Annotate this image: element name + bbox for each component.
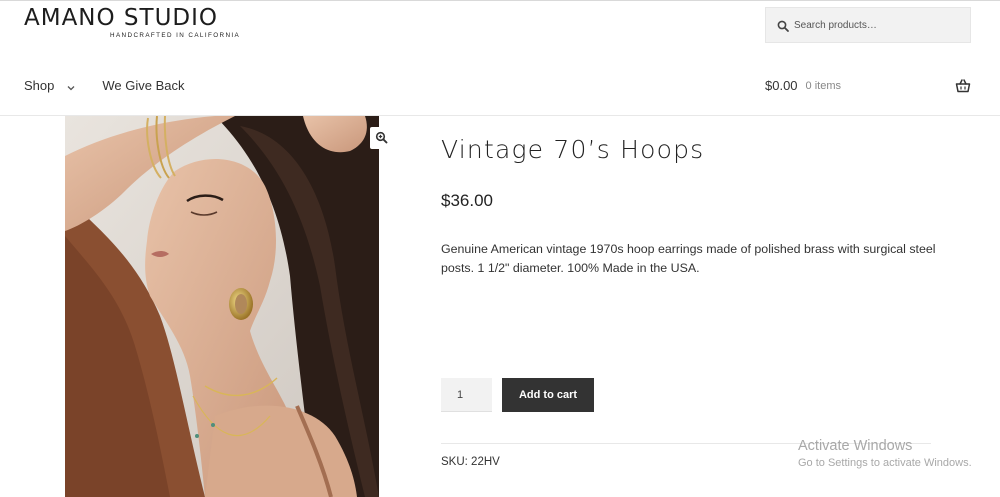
- cart-total: $0.00: [765, 78, 798, 93]
- site-logo[interactable]: AMANO STUDIO HANDCRAFTED IN CALIFORNIA: [24, 5, 241, 39]
- product-image[interactable]: [65, 116, 379, 497]
- product-title: Vintage 70’s Hoops: [441, 135, 705, 164]
- sku-value: 22HV: [471, 456, 500, 468]
- sku-label: SKU:: [441, 456, 468, 468]
- product-description: Genuine American vintage 1970s hoop earr…: [441, 242, 936, 275]
- nav-item-label: We Give Back: [102, 78, 185, 93]
- cart-count: 0 items: [805, 79, 842, 92]
- activate-windows-watermark: Activate Windows Go to Settings to activ…: [798, 438, 972, 469]
- top-border: [0, 0, 1000, 1]
- search-input[interactable]: [794, 19, 964, 31]
- nav-item-shop[interactable]: Shop: [24, 78, 76, 93]
- zoom-button[interactable]: [370, 127, 392, 149]
- search-icon: [776, 18, 790, 32]
- watermark-subtitle: Go to Settings to activate Windows.: [798, 457, 972, 469]
- watermark-title: Activate Windows: [798, 438, 913, 454]
- header-cart[interactable]: $0.00 0 items: [765, 78, 841, 93]
- basket-icon[interactable]: [955, 78, 971, 94]
- zoom-in-icon: [375, 129, 388, 148]
- product-sku: SKU: 22HV: [441, 456, 500, 468]
- add-to-cart-button[interactable]: Add to cart: [502, 378, 594, 412]
- brand-tagline: HANDCRAFTED IN CALIFORNIA: [110, 32, 241, 39]
- nav-item-we-give-back[interactable]: We Give Back: [102, 78, 184, 93]
- nav-item-label: Shop: [24, 78, 55, 93]
- search-box[interactable]: [765, 7, 971, 43]
- brand-name: AMANO STUDIO: [24, 5, 219, 31]
- product-price: $36.00: [441, 191, 493, 210]
- primary-nav: Shop We Give Back: [24, 78, 185, 93]
- chevron-down-icon: [66, 81, 76, 91]
- quantity-input[interactable]: [441, 378, 492, 412]
